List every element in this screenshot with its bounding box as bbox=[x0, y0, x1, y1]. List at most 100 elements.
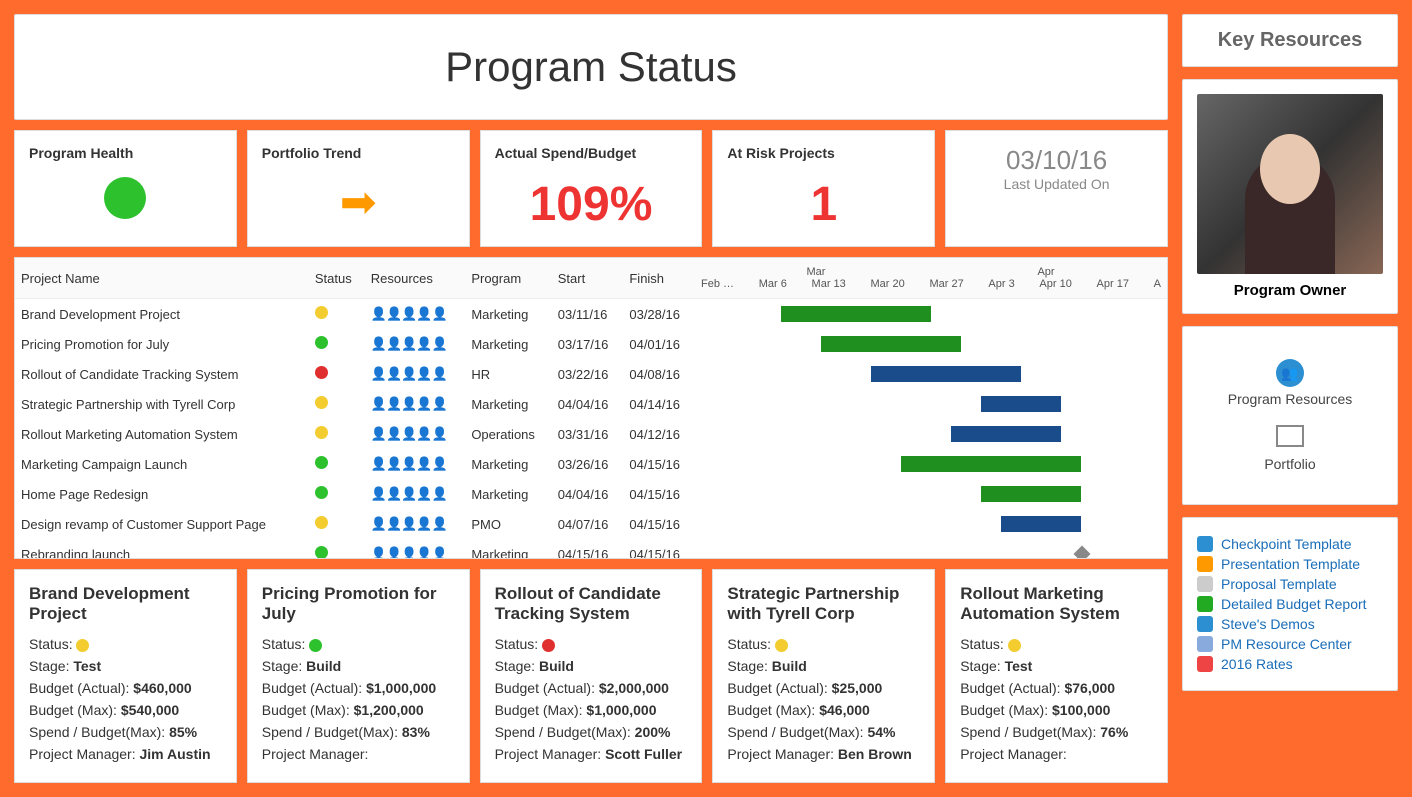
portfolio-link[interactable]: Portfolio bbox=[1197, 425, 1383, 472]
resources-icon: 👤👤👤👤👤 bbox=[371, 486, 447, 501]
file-icon bbox=[1197, 656, 1213, 672]
kpi-label: Actual Spend/Budget bbox=[495, 145, 688, 161]
file-icon bbox=[1197, 576, 1213, 592]
gantt-bar[interactable] bbox=[981, 396, 1061, 412]
link-label: 2016 Rates bbox=[1221, 656, 1293, 672]
portfolio-icon bbox=[1276, 425, 1304, 447]
status-dot-icon bbox=[315, 366, 328, 379]
kpi-label: Portfolio Trend bbox=[262, 145, 455, 161]
links-panel: Checkpoint Template Presentation Template… bbox=[1182, 517, 1398, 691]
status-dot-icon bbox=[775, 639, 788, 652]
kpi-health: Program Health bbox=[14, 130, 237, 247]
link-label: Proposal Template bbox=[1221, 576, 1337, 592]
project-card[interactable]: Rollout Marketing Automation SystemStatu… bbox=[945, 569, 1168, 783]
col-program[interactable]: Program bbox=[465, 258, 551, 299]
status-dot-icon bbox=[315, 396, 328, 409]
project-cards: Brand Development ProjectStatus: Stage: … bbox=[14, 569, 1168, 783]
resource-link[interactable]: Presentation Template bbox=[1197, 556, 1383, 572]
status-dot-icon bbox=[315, 456, 328, 469]
link-label: Detailed Budget Report bbox=[1221, 596, 1367, 612]
resources-icon: 👤👤👤👤👤 bbox=[371, 516, 447, 531]
status-dot-icon bbox=[1008, 639, 1021, 652]
side-title: Key Resources bbox=[1197, 29, 1383, 52]
kpi-value: 1 bbox=[727, 177, 920, 232]
col-resources[interactable]: Resources bbox=[365, 258, 466, 299]
project-card[interactable]: Pricing Promotion for JulyStatus: Stage:… bbox=[247, 569, 470, 783]
timeline-header: MarAprFeb …Mar 6Mar 13Mar 20Mar 27Apr 3A… bbox=[695, 258, 1167, 299]
resource-link[interactable]: Detailed Budget Report bbox=[1197, 596, 1383, 612]
kpi-label: Program Health bbox=[29, 145, 222, 161]
link-label: Presentation Template bbox=[1221, 556, 1360, 572]
owner-panel: Program Owner bbox=[1182, 79, 1398, 314]
milestone-icon[interactable] bbox=[1074, 546, 1091, 559]
status-dot-icon bbox=[542, 639, 555, 652]
col-start[interactable]: Start bbox=[552, 258, 624, 299]
kpi-row: Program Health Portfolio Trend ➡ Actual … bbox=[14, 130, 1168, 247]
kpi-spend: Actual Spend/Budget 109% bbox=[480, 130, 703, 247]
avatar bbox=[1197, 94, 1383, 274]
people-icon: 👥 bbox=[1276, 359, 1304, 387]
card-title: Rollout Marketing Automation System bbox=[960, 584, 1153, 624]
table-row[interactable]: Rebranding launch👤👤👤👤👤Marketing04/15/160… bbox=[15, 539, 1167, 559]
resources-icon: 👤👤👤👤👤 bbox=[371, 546, 447, 559]
link-label: Steve's Demos bbox=[1221, 616, 1315, 632]
gantt-bar[interactable] bbox=[1001, 516, 1081, 532]
file-icon bbox=[1197, 616, 1213, 632]
file-icon bbox=[1197, 536, 1213, 552]
key-resources-header: Key Resources bbox=[1182, 14, 1398, 67]
card-title: Rollout of Candidate Tracking System bbox=[495, 584, 688, 624]
resource-icons-panel: 👥 Program Resources Portfolio bbox=[1182, 326, 1398, 505]
resource-link[interactable]: 2016 Rates bbox=[1197, 656, 1383, 672]
status-dot-icon bbox=[315, 516, 328, 529]
resource-link[interactable]: Checkpoint Template bbox=[1197, 536, 1383, 552]
resource-link[interactable]: Steve's Demos bbox=[1197, 616, 1383, 632]
gantt-bar[interactable] bbox=[871, 366, 1021, 382]
resource-link[interactable]: Proposal Template bbox=[1197, 576, 1383, 592]
kpi-risk: At Risk Projects 1 bbox=[712, 130, 935, 247]
status-dot-icon bbox=[315, 306, 328, 319]
gantt-bar[interactable] bbox=[821, 336, 961, 352]
gantt-bar[interactable] bbox=[781, 306, 931, 322]
resource-link[interactable]: PM Resource Center bbox=[1197, 636, 1383, 652]
kpi-sub: Last Updated On bbox=[960, 176, 1153, 192]
page-title: Program Status bbox=[14, 14, 1168, 120]
col-finish[interactable]: Finish bbox=[623, 258, 695, 299]
file-icon bbox=[1197, 556, 1213, 572]
col-status[interactable]: Status bbox=[309, 258, 365, 299]
status-dot-icon bbox=[315, 426, 328, 439]
link-label: Checkpoint Template bbox=[1221, 536, 1351, 552]
col-name[interactable]: Project Name bbox=[15, 258, 309, 299]
card-title: Pricing Promotion for July bbox=[262, 584, 455, 624]
owner-label: Program Owner bbox=[1197, 282, 1383, 299]
table-row[interactable]: Brand Development Project👤👤👤👤👤Marketing0… bbox=[15, 299, 1167, 330]
table-row[interactable]: Pricing Promotion for July👤👤👤👤👤Marketing… bbox=[15, 329, 1167, 359]
resources-icon: 👤👤👤👤👤 bbox=[371, 456, 447, 471]
table-row[interactable]: Strategic Partnership with Tyrell Corp👤👤… bbox=[15, 389, 1167, 419]
gantt-bar[interactable] bbox=[901, 456, 1081, 472]
table-row[interactable]: Design revamp of Customer Support Page👤👤… bbox=[15, 509, 1167, 539]
resources-icon: 👤👤👤👤👤 bbox=[371, 336, 447, 351]
gantt-bar[interactable] bbox=[951, 426, 1061, 442]
project-card[interactable]: Rollout of Candidate Tracking SystemStat… bbox=[480, 569, 703, 783]
arrow-right-icon: ➡ bbox=[340, 178, 377, 227]
project-card[interactable]: Strategic Partnership with Tyrell CorpSt… bbox=[712, 569, 935, 783]
file-icon bbox=[1197, 636, 1213, 652]
kpi-date: 03/10/16 bbox=[960, 145, 1153, 176]
gantt-bar[interactable] bbox=[981, 486, 1081, 502]
table-row[interactable]: Rollout of Candidate Tracking System👤👤👤👤… bbox=[15, 359, 1167, 389]
status-dot-icon bbox=[315, 486, 328, 499]
resources-icon: 👤👤👤👤👤 bbox=[371, 366, 447, 381]
file-icon bbox=[1197, 596, 1213, 612]
resources-icon: 👤👤👤👤👤 bbox=[371, 396, 447, 411]
project-table-panel: Project NameStatusResourcesProgramStartF… bbox=[14, 257, 1168, 559]
program-resources-link[interactable]: 👥 Program Resources bbox=[1197, 359, 1383, 407]
table-row[interactable]: Home Page Redesign👤👤👤👤👤Marketing04/04/16… bbox=[15, 479, 1167, 509]
link-label: PM Resource Center bbox=[1221, 636, 1352, 652]
kpi-value: 109% bbox=[495, 177, 688, 232]
card-title: Strategic Partnership with Tyrell Corp bbox=[727, 584, 920, 624]
project-table[interactable]: Project NameStatusResourcesProgramStartF… bbox=[15, 258, 1167, 559]
kpi-label: At Risk Projects bbox=[727, 145, 920, 161]
table-row[interactable]: Rollout Marketing Automation System👤👤👤👤👤… bbox=[15, 419, 1167, 449]
table-row[interactable]: Marketing Campaign Launch👤👤👤👤👤Marketing0… bbox=[15, 449, 1167, 479]
project-card[interactable]: Brand Development ProjectStatus: Stage: … bbox=[14, 569, 237, 783]
